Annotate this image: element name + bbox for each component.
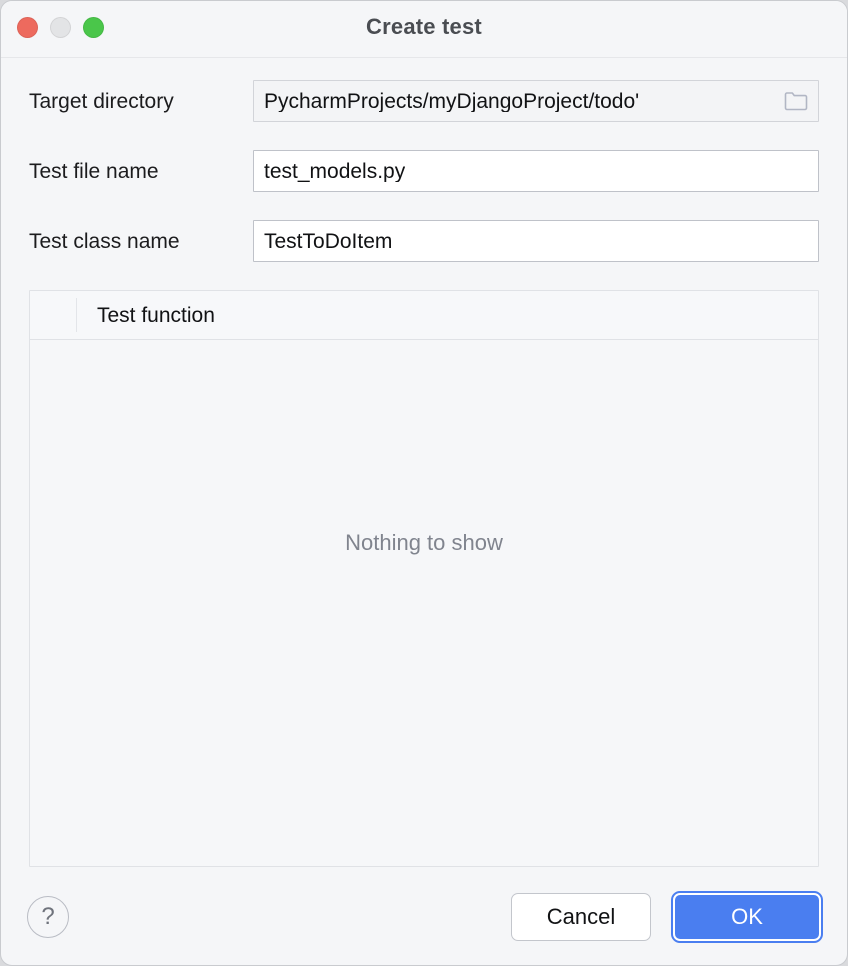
test-file-name-value: test_models.py [264,160,406,182]
target-directory-field[interactable]: 'PycharmProjects/myDjangoProject/todo [253,80,819,122]
test-function-table: Test function Nothing to show [29,290,819,867]
title-bar: Create test [1,1,847,58]
test-file-name-field[interactable]: test_models.py [253,150,819,192]
folder-icon[interactable] [784,90,808,112]
help-button[interactable]: ? [27,896,69,938]
table-header-test-function[interactable]: Test function [77,305,215,326]
empty-state-message: Nothing to show [345,530,503,555]
test-class-name-value: TestToDoItem [264,230,393,252]
form-area: Target directory 'PycharmProjects/myDjan… [1,58,847,262]
test-file-name-row: Test file name test_models.py [29,150,819,192]
create-test-dialog: Create test Target directory 'PycharmPro… [0,0,848,966]
ok-button[interactable]: OK [671,891,823,943]
table-header-checkbox-column[interactable] [30,298,77,332]
test-class-name-row: Test class name TestToDoItem [29,220,819,262]
window-title: Create test [366,14,482,39]
table-body[interactable]: Nothing to show [30,340,818,866]
cancel-button[interactable]: Cancel [511,893,651,941]
target-directory-row: Target directory 'PycharmProjects/myDjan… [29,80,819,122]
dialog-footer: ? Cancel OK [1,869,847,965]
test-class-name-label: Test class name [29,229,180,253]
table-header-row: Test function [30,291,818,340]
target-directory-value: 'PycharmProjects/myDjangoProject/todo [264,90,640,112]
test-class-name-field[interactable]: TestToDoItem [253,220,819,262]
target-directory-label: Target directory [29,89,174,113]
test-file-name-label: Test file name [29,159,159,183]
